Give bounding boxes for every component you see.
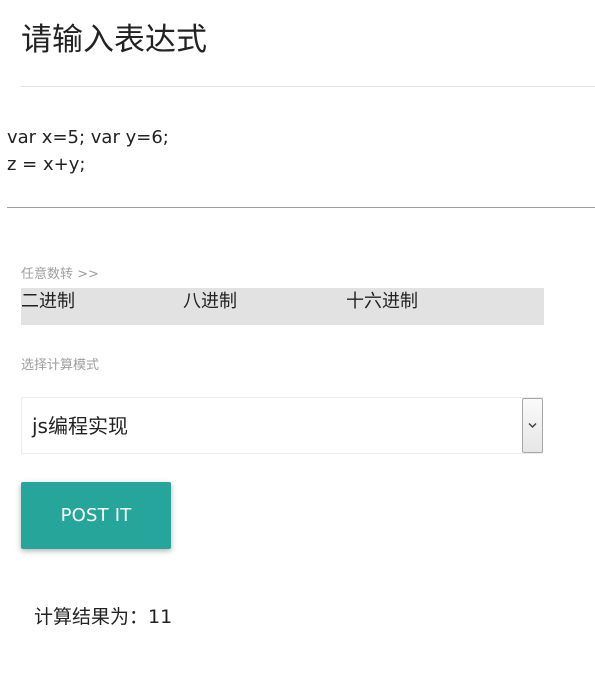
result-prefix: 计算结果为： <box>34 606 149 628</box>
title-divider <box>21 86 595 87</box>
convert-octal-option[interactable]: 八进制 <box>183 288 237 316</box>
convert-label: 任意数转 >> <box>21 267 99 282</box>
convert-hex-option[interactable]: 十六进制 <box>346 288 418 316</box>
calc-mode-select[interactable]: js编程实现 <box>21 397 543 454</box>
chevron-down-icon <box>528 422 537 429</box>
convert-binary-option[interactable]: 二进制 <box>21 288 75 316</box>
result-value: 11 <box>148 606 173 628</box>
convert-options-bar: 二进制 八进制 十六进制 <box>21 288 544 325</box>
post-it-button[interactable]: POST IT <box>21 482 171 549</box>
page-title: 请输入表达式 <box>21 22 207 58</box>
select-dropdown-button[interactable] <box>522 398 543 453</box>
mode-label: 选择计算模式 <box>21 358 100 373</box>
result-text: 计算结果为：11 <box>34 604 172 630</box>
expression-input[interactable]: var x=5; var y=6; z = x+y; <box>7 124 595 208</box>
calc-mode-selected-value: js编程实现 <box>32 414 128 438</box>
